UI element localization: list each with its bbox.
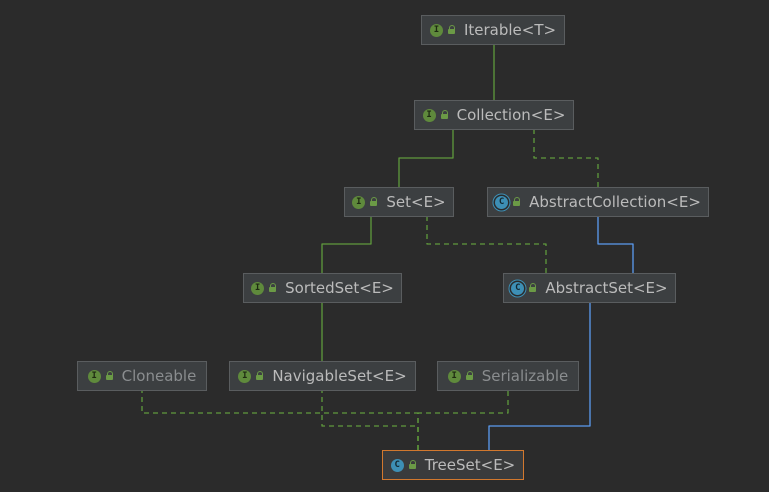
node-abstractcollection[interactable]: C AbstractCollection<E>	[487, 187, 709, 217]
node-label-serializable: Serializable	[481, 367, 569, 385]
node-label-abstractcollection: AbstractCollection<E>	[529, 193, 701, 211]
edge-abstractset-to-abstractcollection	[592, 206, 634, 273]
lock-icon	[255, 371, 264, 380]
diagram-canvas	[136, 34, 634, 450]
abstract-class-icon: C	[511, 281, 525, 295]
edge-treeset-to-navigableset	[316, 380, 419, 450]
lock-icon	[105, 371, 114, 380]
node-cloneable[interactable]: I Cloneable	[77, 361, 207, 391]
interface-icon: I	[87, 369, 101, 383]
edge-treeset-to-cloneable	[136, 380, 419, 450]
lock-icon	[408, 460, 417, 469]
node-label-abstractset: AbstractSet<E>	[545, 279, 668, 297]
interface-icon: I	[352, 195, 366, 209]
node-label-sortedset: SortedSet<E>	[285, 279, 394, 297]
node-label-cloneable: Cloneable	[121, 367, 197, 385]
lock-icon	[447, 25, 456, 34]
node-label-iterable: Iterable<T>	[463, 21, 557, 39]
node-serializable[interactable]: I Serializable	[437, 361, 579, 391]
node-iterable[interactable]: I Iterable<T>	[421, 15, 565, 45]
lock-icon	[465, 371, 474, 380]
node-collection[interactable]: I Collection<E>	[414, 100, 574, 130]
class-icon: C	[390, 458, 404, 472]
edge-set-to-collection	[398, 119, 459, 187]
interface-icon: I	[422, 108, 436, 122]
node-abstractset[interactable]: C AbstractSet<E>	[503, 273, 676, 303]
edge-sortedset-to-set	[321, 206, 377, 273]
node-label-collection: Collection<E>	[456, 106, 566, 124]
node-set[interactable]: I Set<E>	[344, 187, 454, 217]
lock-icon	[369, 197, 378, 206]
node-sortedset[interactable]: I SortedSet<E>	[243, 273, 402, 303]
lock-icon	[512, 197, 521, 206]
edge-treeset-to-serializable	[417, 380, 514, 450]
node-label-treeset: TreeSet<E>	[424, 456, 516, 474]
interface-icon: I	[447, 369, 461, 383]
node-label-navigableset: NavigableSet<E>	[272, 367, 407, 385]
edge-abstractset-to-set	[421, 206, 547, 273]
abstract-class-icon: C	[495, 195, 509, 209]
interface-icon: I	[238, 369, 252, 383]
interface-icon: I	[251, 281, 265, 295]
node-treeset[interactable]: C TreeSet<E>	[382, 450, 524, 480]
lock-icon	[440, 110, 449, 119]
lock-icon	[268, 283, 277, 292]
lock-icon	[528, 283, 537, 292]
edge-abstractcollection-to-collection	[528, 119, 599, 187]
node-label-set: Set<E>	[386, 193, 446, 211]
node-navigableset[interactable]: I NavigableSet<E>	[229, 361, 416, 391]
interface-icon: I	[429, 23, 443, 37]
